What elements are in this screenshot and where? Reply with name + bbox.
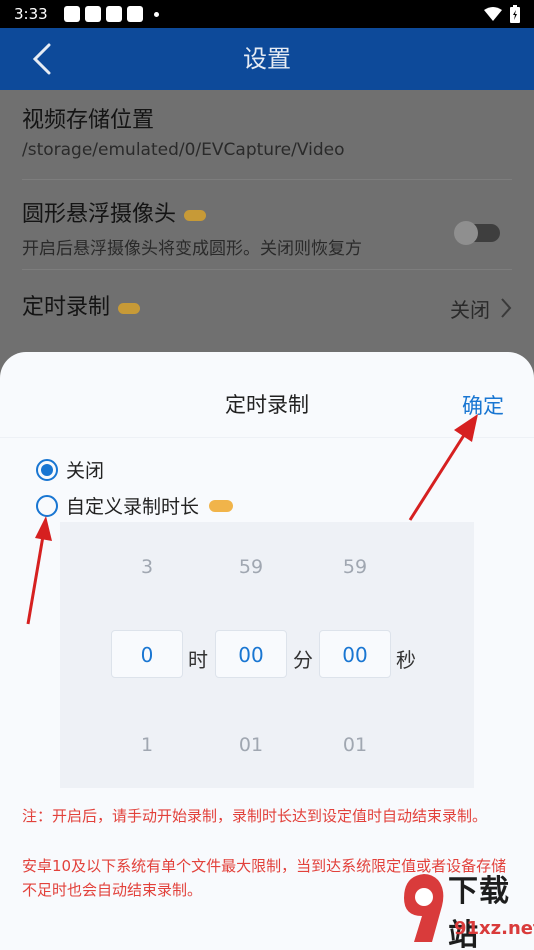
annotation-arrow: [26, 516, 52, 625]
annotation-arrows: [26, 414, 478, 625]
watermark: 下载站 91xz.net: [398, 866, 534, 950]
watermark-logo-icon: [404, 874, 444, 942]
annotation-arrow: [408, 414, 478, 521]
watermark-url: 91xz.net: [454, 918, 534, 939]
